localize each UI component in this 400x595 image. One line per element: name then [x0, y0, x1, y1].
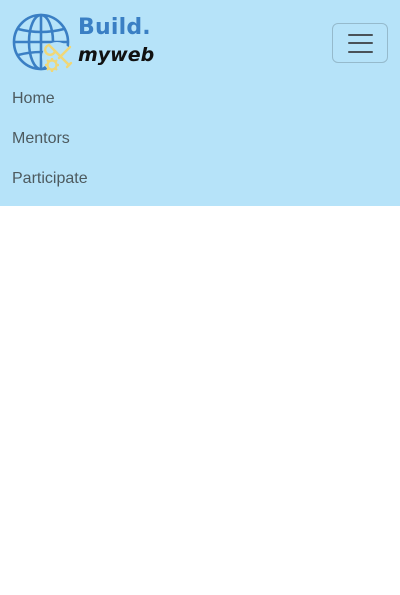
nav-item-mentors: Mentors: [12, 119, 88, 159]
nav-item-home: Home: [12, 79, 88, 119]
navbar-toggler-button[interactable]: [332, 23, 388, 63]
nav-link-mentors[interactable]: Mentors: [12, 119, 88, 159]
globe-with-tools-icon: [12, 13, 73, 72]
brand-name-myweb: myweb: [78, 44, 155, 66]
hamburger-icon: [348, 34, 373, 53]
nav-item-participate: Participate: [12, 159, 88, 199]
nav-link-participate[interactable]: Participate: [12, 159, 88, 199]
nav-link-home[interactable]: Home: [12, 79, 88, 119]
page-content: [0, 206, 400, 595]
brand-logo-link[interactable]: Build. myweb: [12, 13, 154, 73]
navbar: Build. myweb Home Mentors Participate: [0, 0, 400, 206]
brand-name-build: Build.: [78, 15, 151, 40]
nav-menu: Home Mentors Participate: [12, 79, 88, 199]
